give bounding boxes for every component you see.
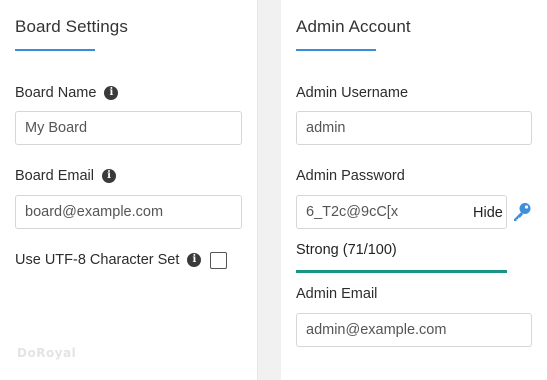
board-name-input[interactable] (15, 111, 242, 145)
admin-email-label: Admin Email (296, 286, 378, 302)
admin-account-underline (296, 49, 376, 51)
board-email-input[interactable] (15, 195, 242, 229)
key-icon[interactable] (511, 201, 533, 223)
board-email-label: Board Email i (15, 168, 116, 184)
admin-account-panel: Admin Account Admin Username Admin Passw… (281, 0, 547, 380)
password-strength-bar (296, 270, 507, 273)
watermark: DoRoyal (17, 346, 77, 360)
info-icon[interactable]: i (101, 169, 116, 183)
hide-password-button[interactable]: Hide (473, 205, 503, 221)
board-settings-panel: Board Settings Board Name i Board Email … (0, 0, 258, 380)
info-icon[interactable]: i (187, 253, 202, 267)
admin-username-input[interactable] (296, 111, 532, 145)
admin-email-input[interactable] (296, 313, 532, 347)
board-settings-title: Board Settings (15, 17, 128, 36)
utf8-label-text: Use UTF-8 Character Set (15, 252, 180, 268)
info-icon[interactable]: i (104, 86, 119, 100)
admin-password-label: Admin Password (296, 168, 405, 184)
utf8-label: Use UTF-8 Character Set i (15, 252, 202, 268)
password-strength-text: Strong (71/100) (296, 242, 397, 258)
board-settings-underline (15, 49, 95, 51)
board-email-label-text: Board Email (15, 168, 94, 184)
board-name-label: Board Name i (15, 85, 119, 101)
admin-account-title: Admin Account (296, 17, 411, 36)
admin-username-label: Admin Username (296, 85, 409, 101)
utf8-checkbox[interactable] (210, 252, 227, 269)
board-name-label-text: Board Name (15, 85, 97, 101)
